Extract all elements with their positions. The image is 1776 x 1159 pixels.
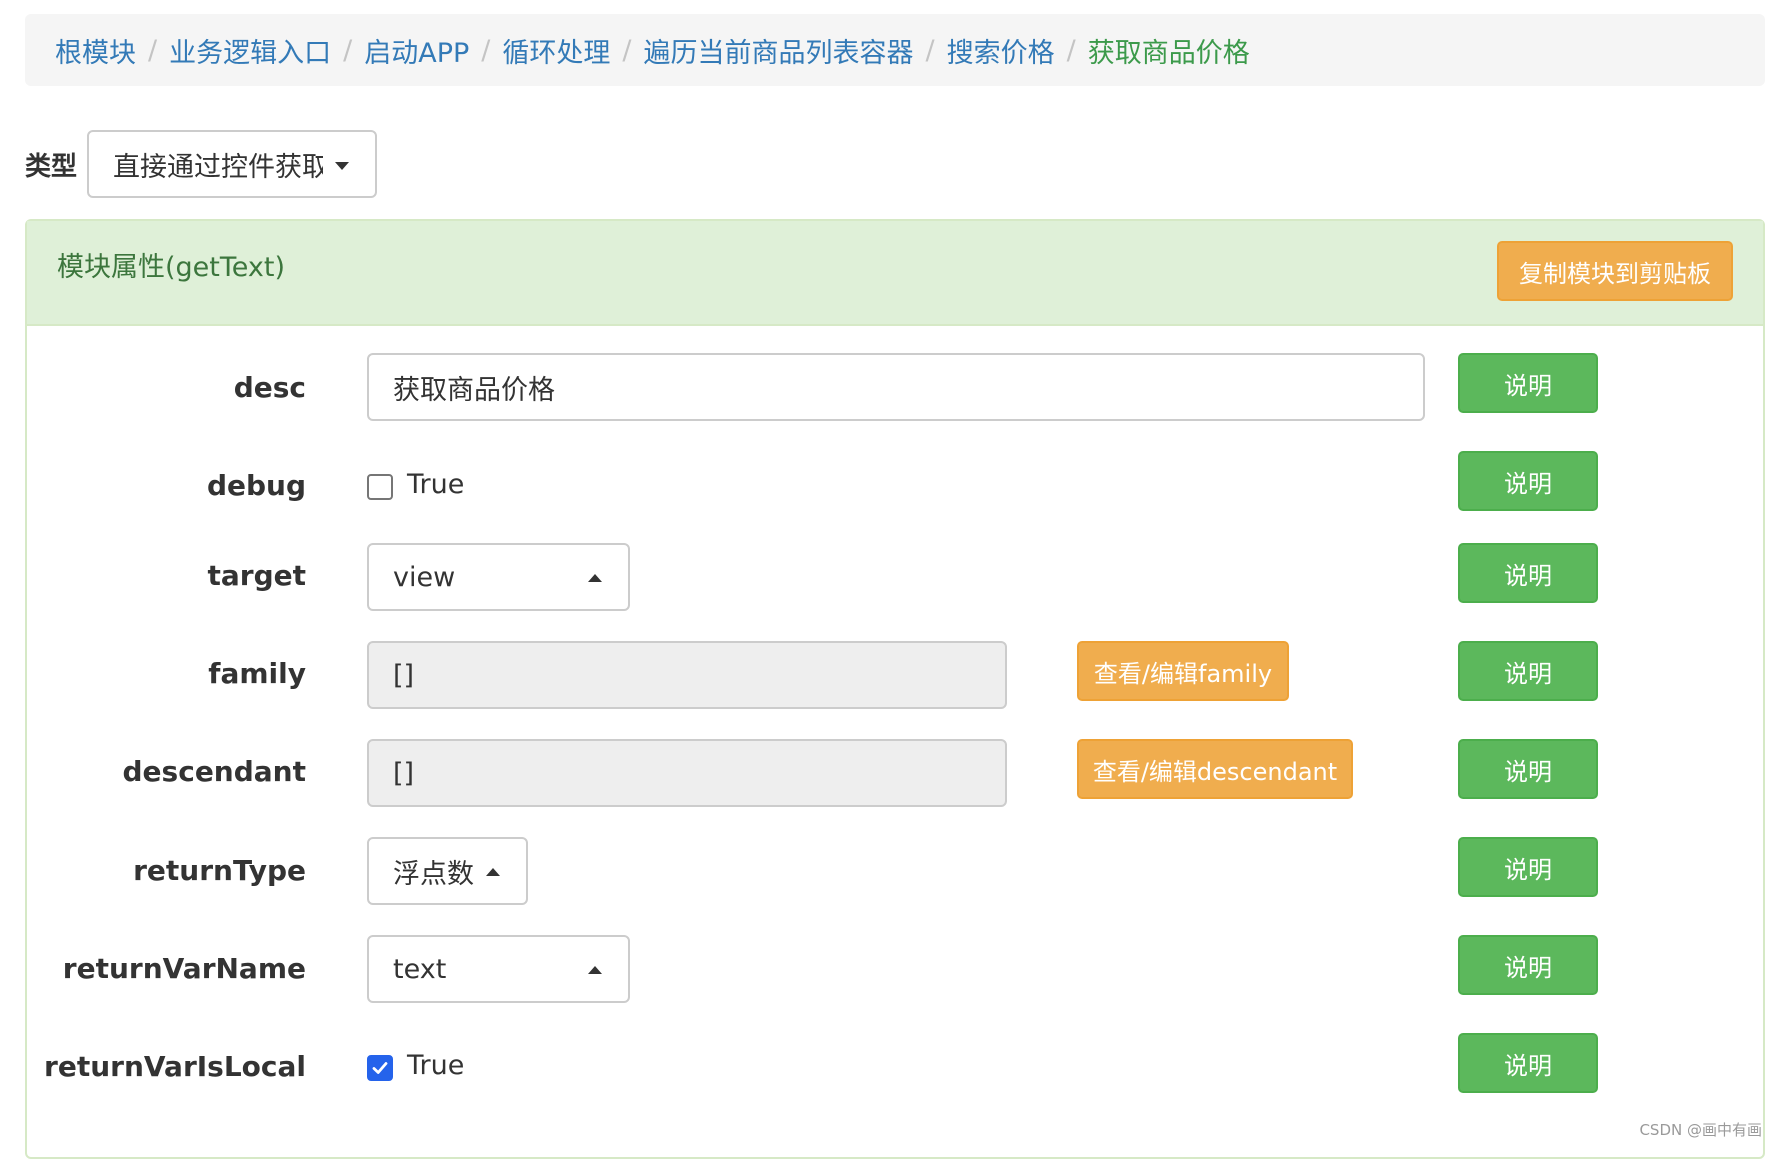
debug-checkbox[interactable] — [367, 474, 393, 500]
breadcrumb-separator: / — [1066, 34, 1076, 66]
return-var-name-label: returnVarName — [62, 952, 306, 985]
target-label: target — [207, 559, 306, 592]
caret-down-icon — [335, 162, 350, 170]
caret-up-icon — [588, 574, 602, 582]
debug-label: debug — [206, 469, 306, 502]
target-select-value: view — [393, 561, 456, 593]
copy-module-button[interactable]: 复制模块到剪贴板 — [1497, 241, 1733, 301]
return-type-select-value: 浮点数 — [393, 858, 474, 890]
descendant-label: descendant — [122, 755, 306, 788]
breadcrumb-item-launch-app[interactable]: 启动APP — [364, 31, 469, 70]
breadcrumb-item-current: 获取商品价格 — [1087, 37, 1250, 69]
return-var-is-local-checkbox[interactable] — [367, 1055, 393, 1081]
breadcrumb-separator: / — [925, 34, 935, 66]
return-type-select[interactable]: 浮点数 — [367, 837, 528, 905]
caret-up-icon — [486, 868, 500, 876]
return-var-name-help-button[interactable]: 说明 — [1458, 935, 1598, 995]
type-select[interactable]: 直接通过控件获取 — [87, 130, 378, 198]
debug-help-button[interactable]: 说明 — [1458, 451, 1598, 511]
family-label: family — [208, 657, 306, 690]
family-input: [] — [367, 641, 1007, 709]
breadcrumb-separator: / — [622, 34, 632, 66]
type-select-value: 直接通过控件获取 — [113, 151, 324, 183]
breadcrumb-separator: / — [148, 34, 158, 66]
target-select[interactable]: view — [367, 543, 630, 611]
return-var-is-local-checkbox-text: True — [407, 1050, 465, 1081]
panel-title: 模块属性(getText) — [57, 252, 286, 283]
breadcrumb-separator: / — [481, 34, 491, 66]
check-icon — [372, 1062, 388, 1074]
edit-family-button[interactable]: 查看/编辑family — [1077, 641, 1289, 701]
panel-heading: 模块属性(getText) 复制模块到剪贴板 — [27, 221, 1763, 326]
edit-descendant-button[interactable]: 查看/编辑descendant — [1077, 739, 1353, 799]
watermark: CSDN @画中有画 — [1639, 1121, 1762, 1139]
breadcrumb-item-search-price[interactable]: 搜索价格 — [947, 31, 1055, 70]
return-var-name-select[interactable]: text — [367, 935, 630, 1003]
breadcrumb-item-root[interactable]: 根模块 — [55, 31, 136, 70]
desc-input[interactable]: 获取商品价格 — [367, 353, 1425, 421]
breadcrumb: 根模块 / 业务逻辑入口 / 启动APP / 循环处理 / 遍历当前商品列表容器… — [25, 14, 1765, 86]
return-type-help-button[interactable]: 说明 — [1458, 837, 1598, 897]
breadcrumb-item-iterate-list[interactable]: 遍历当前商品列表容器 — [643, 31, 913, 70]
type-row: 类型 直接通过控件获取 — [25, 130, 378, 198]
return-var-name-value: text — [393, 953, 447, 985]
descendant-input: [] — [367, 739, 1007, 807]
return-type-label: returnType — [133, 854, 306, 887]
type-label: 类型 — [25, 151, 78, 182]
family-help-button[interactable]: 说明 — [1458, 641, 1598, 701]
desc-label: desc — [233, 371, 306, 404]
debug-checkbox-text: True — [407, 469, 465, 500]
breadcrumb-item-business-entry[interactable]: 业务逻辑入口 — [169, 31, 331, 70]
caret-up-icon — [588, 966, 602, 974]
descendant-help-button[interactable]: 说明 — [1458, 739, 1598, 799]
breadcrumb-separator: / — [343, 34, 353, 66]
return-var-is-local-help-button[interactable]: 说明 — [1458, 1033, 1598, 1093]
return-var-is-local-label: returnVarIsLocal — [44, 1050, 306, 1083]
desc-help-button[interactable]: 说明 — [1458, 353, 1598, 413]
breadcrumb-item-loop[interactable]: 循环处理 — [502, 31, 610, 70]
target-help-button[interactable]: 说明 — [1458, 543, 1598, 603]
